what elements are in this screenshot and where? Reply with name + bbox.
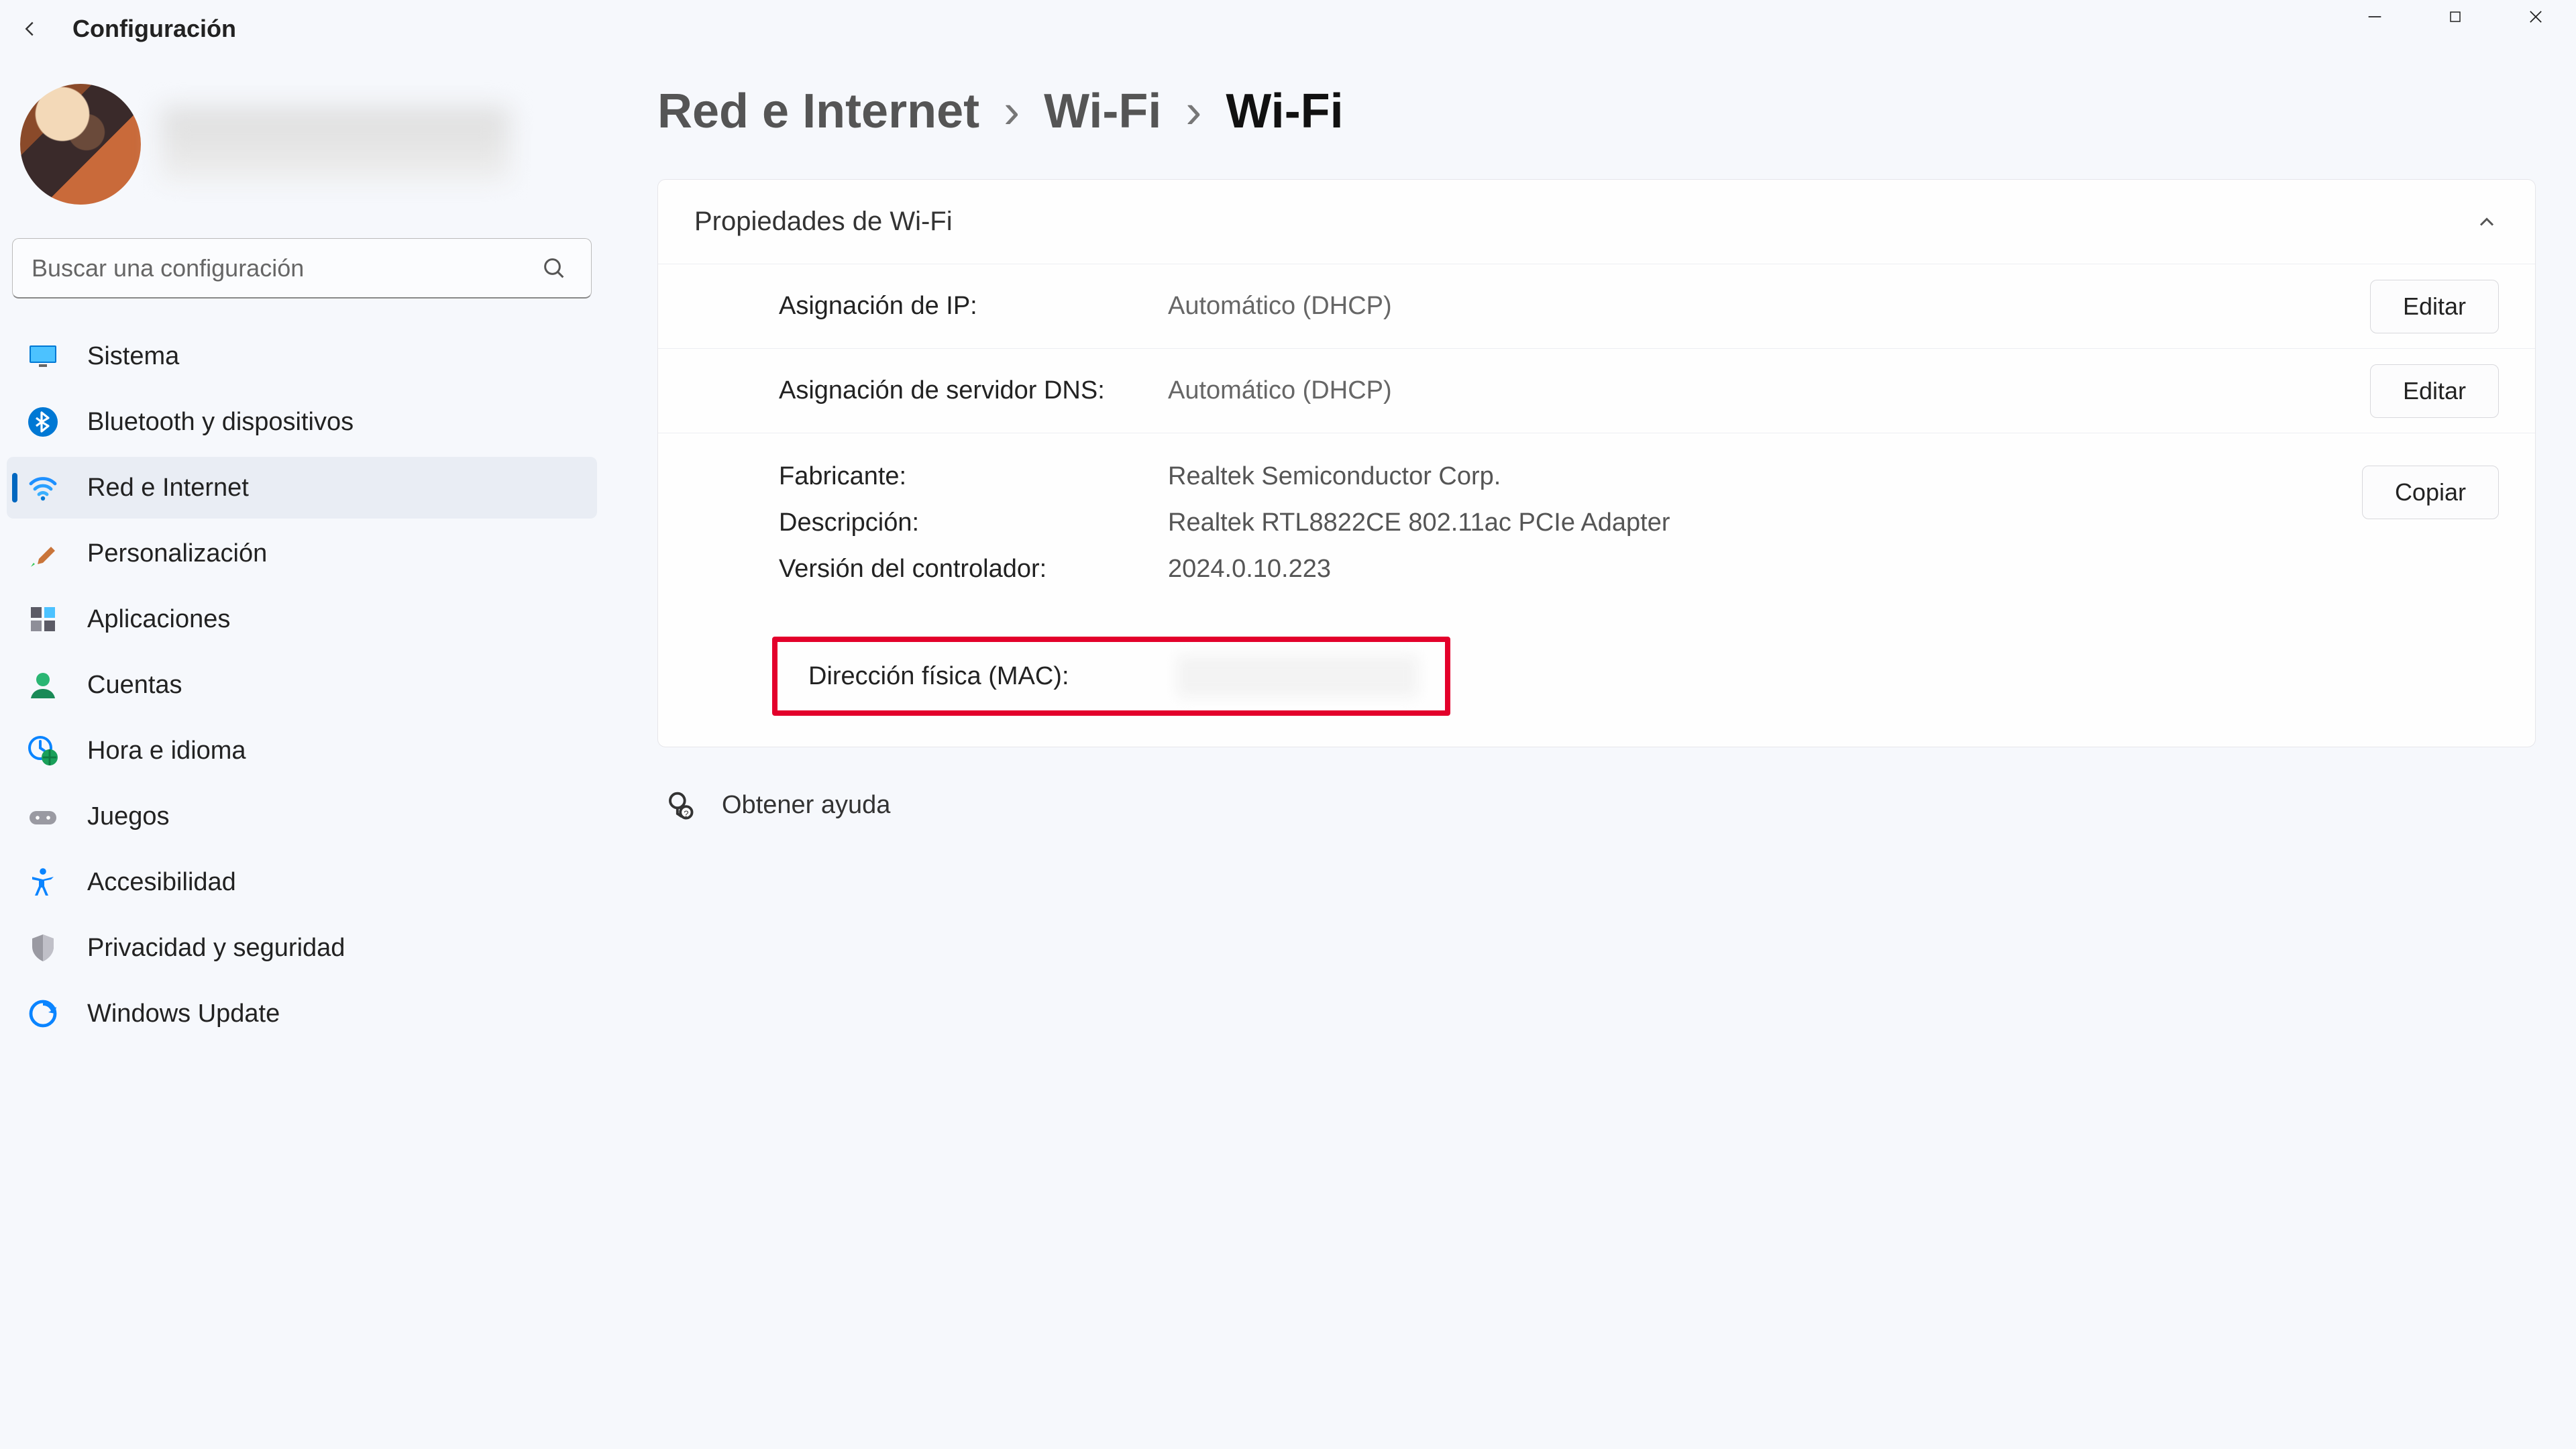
driver-version-value: 2024.0.10.223 — [1168, 550, 1436, 588]
sidebar-item-label: Juegos — [87, 802, 170, 831]
clock-globe-icon — [25, 733, 60, 768]
sidebar-item-privacidad[interactable]: Privacidad y seguridad — [7, 917, 597, 979]
shield-icon — [25, 930, 60, 965]
row-ip-assignment: Asignación de IP: Automático (DHCP) Edit… — [658, 264, 2535, 348]
back-button[interactable] — [13, 13, 46, 45]
maximize-icon — [2447, 9, 2463, 25]
sidebar-item-label: Bluetooth y dispositivos — [87, 408, 354, 437]
sidebar-item-hora-idioma[interactable]: Hora e idioma — [7, 720, 597, 782]
apps-icon — [25, 602, 60, 637]
sidebar-item-label: Red e Internet — [87, 474, 249, 502]
edit-dns-button[interactable]: Editar — [2370, 364, 2499, 418]
sidebar-item-label: Accesibilidad — [87, 868, 236, 897]
profile-block[interactable] — [7, 70, 597, 218]
svg-text:?: ? — [684, 808, 688, 818]
person-icon — [25, 667, 60, 702]
driver-version-label: Versión del controlador: — [779, 550, 1168, 588]
close-icon — [2526, 7, 2545, 26]
sidebar-item-label: Cuentas — [87, 671, 182, 700]
ip-assignment-label: Asignación de IP: — [779, 287, 1168, 325]
bluetooth-icon — [25, 405, 60, 439]
mac-label: Dirección física (MAC): — [808, 662, 1069, 691]
main-content: Red e Internet › Wi-Fi › Wi-Fi Propiedad… — [604, 57, 2576, 1449]
panel-title: Propiedades de Wi-Fi — [694, 207, 953, 237]
mac-highlight-annotation: Dirección física (MAC): — [772, 637, 1450, 716]
edit-ip-button[interactable]: Editar — [2370, 280, 2499, 333]
chevron-right-icon: › — [1185, 84, 1201, 139]
chevron-right-icon: › — [1004, 84, 1020, 139]
update-icon — [25, 996, 60, 1031]
sidebar-item-personalizacion[interactable]: Personalización — [7, 523, 597, 584]
sidebar-item-label: Aplicaciones — [87, 605, 230, 634]
breadcrumb-link-wifi[interactable]: Wi-Fi — [1044, 84, 1161, 139]
profile-name — [161, 107, 510, 181]
wifi-icon — [25, 470, 60, 505]
search-input[interactable] — [12, 238, 592, 299]
sidebar-item-accesibilidad[interactable]: Accesibilidad — [7, 851, 597, 913]
sidebar-item-aplicaciones[interactable]: Aplicaciones — [7, 588, 597, 650]
arrow-left-icon — [17, 16, 42, 42]
chevron-up-icon — [2475, 210, 2499, 234]
breadcrumb-link-red-internet[interactable]: Red e Internet — [657, 84, 979, 139]
sidebar-item-sistema[interactable]: Sistema — [7, 325, 597, 387]
panel-header[interactable]: Propiedades de Wi-Fi — [658, 180, 2535, 264]
sidebar-item-juegos[interactable]: Juegos — [7, 786, 597, 847]
help-label: Obtener ayuda — [722, 791, 890, 820]
sidebar-item-label: Personalización — [87, 539, 267, 568]
sidebar-item-label: Windows Update — [87, 1000, 280, 1028]
search-icon — [541, 255, 568, 282]
dns-assignment-label: Asignación de servidor DNS: — [779, 372, 1168, 410]
minimize-icon — [2365, 7, 2384, 26]
maximize-button[interactable] — [2415, 0, 2496, 34]
minimize-button[interactable] — [2334, 0, 2415, 34]
dns-assignment-value: Automático (DHCP) — [1168, 372, 1436, 410]
help-icon: ? — [661, 788, 696, 822]
close-button[interactable] — [2496, 0, 2576, 34]
row-dns-assignment: Asignación de servidor DNS: Automático (… — [658, 348, 2535, 433]
ip-assignment-value: Automático (DHCP) — [1168, 287, 1436, 325]
description-value: Realtek RTL8822CE 802.11ac PCIe Adapter — [1168, 504, 1670, 542]
get-help-link[interactable]: ? Obtener ayuda — [657, 788, 2536, 822]
gamepad-icon — [25, 799, 60, 834]
avatar — [20, 84, 141, 205]
sidebar-item-label: Privacidad y seguridad — [87, 934, 345, 963]
breadcrumb: Red e Internet › Wi-Fi › Wi-Fi — [657, 84, 2536, 139]
wifi-properties-panel: Propiedades de Wi-Fi Asignación de IP: A… — [657, 179, 2536, 747]
sidebar-item-bluetooth[interactable]: Bluetooth y dispositivos — [7, 391, 597, 453]
breadcrumb-current: Wi-Fi — [1226, 84, 1343, 139]
sidebar-item-label: Hora e idioma — [87, 737, 246, 765]
accessibility-icon — [25, 865, 60, 900]
brush-icon — [25, 536, 60, 571]
adapter-info-block: Fabricante: Realtek Semiconductor Corp. … — [658, 433, 2535, 612]
title-bar: Configuración — [0, 0, 2576, 57]
window-title: Configuración — [72, 15, 236, 43]
sidebar: Sistema Bluetooth y dispositivos Red e I… — [0, 57, 604, 1449]
sidebar-item-cuentas[interactable]: Cuentas — [7, 654, 597, 716]
copy-button[interactable]: Copiar — [2362, 466, 2499, 519]
monitor-icon — [25, 339, 60, 374]
manufacturer-label: Fabricante: — [779, 458, 1168, 496]
row-mac-address: Dirección física (MAC): — [739, 619, 2515, 733]
sidebar-item-windows-update[interactable]: Windows Update — [7, 983, 597, 1044]
manufacturer-value: Realtek Semiconductor Corp. — [1168, 458, 1501, 496]
mac-value-redacted — [1177, 655, 1418, 697]
sidebar-item-red-internet[interactable]: Red e Internet — [7, 457, 597, 519]
description-label: Descripción: — [779, 504, 1168, 542]
sidebar-item-label: Sistema — [87, 342, 179, 371]
